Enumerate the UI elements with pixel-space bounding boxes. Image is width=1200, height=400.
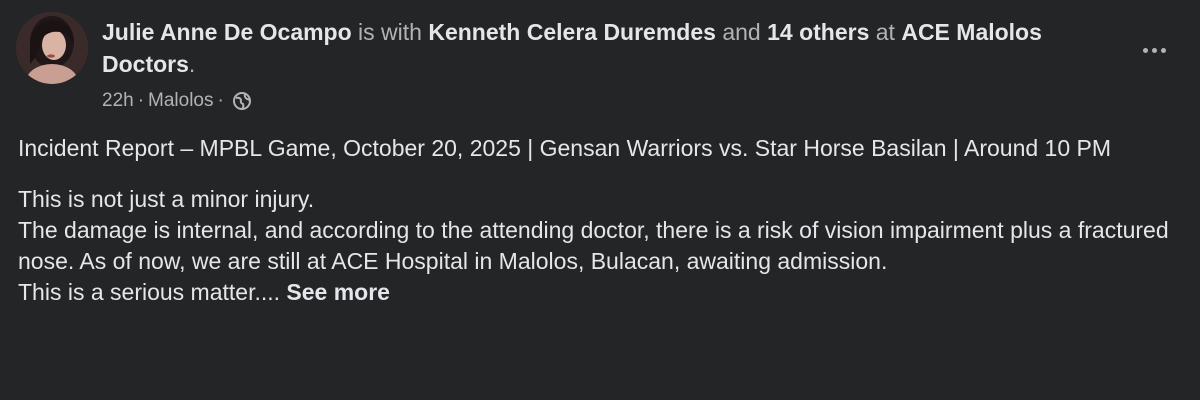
author-line: Julie Anne De Ocampo is with Kenneth Cel… — [102, 16, 1062, 80]
post-header: Julie Anne De Ocampo is with Kenneth Cel… — [16, 12, 1184, 122]
is-with-text: is with — [351, 19, 429, 45]
others-link[interactable]: 14 others — [767, 19, 869, 45]
post-line-1: This is not just a minor injury. — [18, 186, 315, 212]
meta-separator: · — [217, 90, 224, 111]
post-place[interactable]: Malolos — [148, 90, 213, 112]
avatar-image — [16, 12, 88, 84]
at-text: at — [869, 19, 902, 45]
tagged-person-link[interactable]: Kenneth Celera Duremdes — [428, 19, 716, 45]
author-name-link[interactable]: Julie Anne De Ocampo — [102, 19, 352, 45]
post-title-line: Incident Report – MPBL Game, October 20,… — [18, 135, 1112, 161]
facebook-post: Julie Anne De Ocampo is with Kenneth Cel… — [0, 0, 1200, 400]
and-text: and — [715, 19, 768, 45]
more-options-icon[interactable] — [1134, 30, 1174, 70]
post-line-2: The damage is internal, and according to… — [18, 217, 1169, 274]
author-avatar[interactable] — [16, 12, 88, 84]
meta-separator: · — [137, 90, 145, 111]
post-meta: 22h · Malolos · — [102, 90, 252, 112]
post-time[interactable]: 22h — [102, 90, 134, 112]
period-text: . — [188, 51, 196, 77]
globe-icon[interactable] — [232, 91, 252, 111]
see-more-link[interactable]: See more — [286, 279, 390, 305]
post-line-3: This is a serious matter.... See more — [18, 277, 1178, 308]
post-body: Incident Report – MPBL Game, October 20,… — [18, 133, 1178, 308]
post-line-3-text: This is a serious matter.... — [18, 279, 287, 305]
